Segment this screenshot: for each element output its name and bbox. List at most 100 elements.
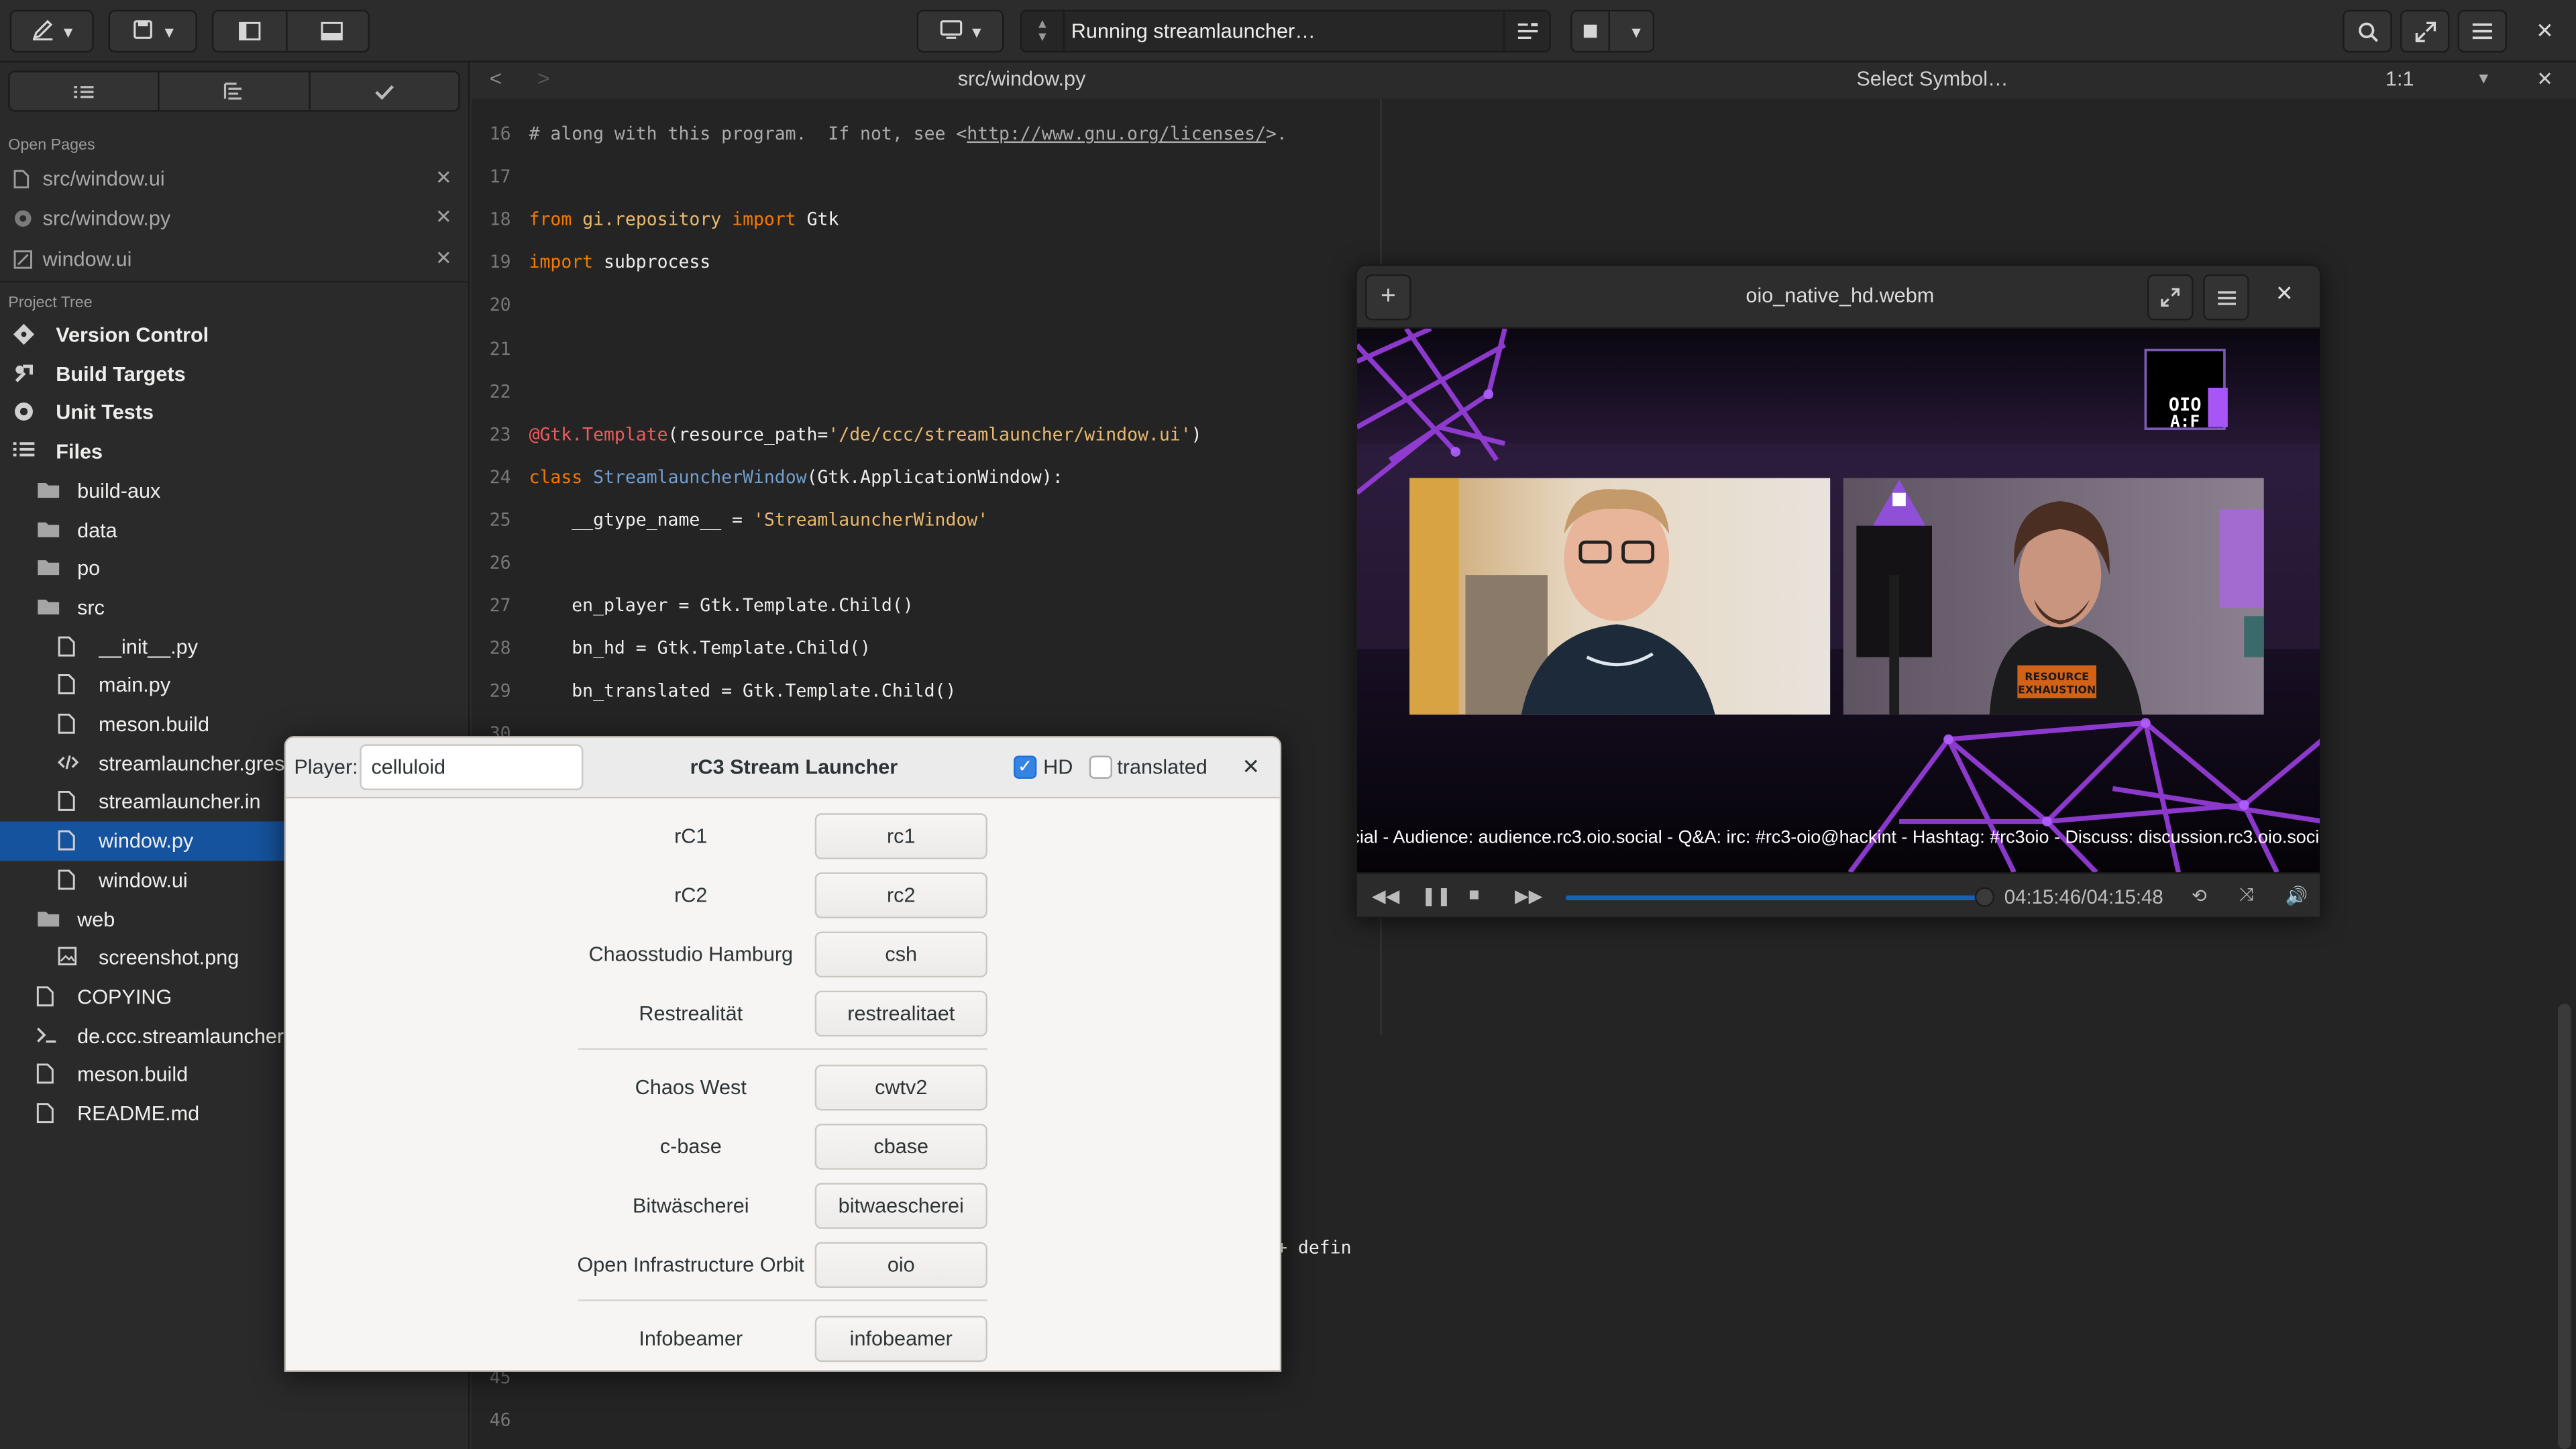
edit-menu-button[interactable]: ▾ [9, 9, 94, 53]
folder-icon [36, 908, 61, 932]
tree-item[interactable]: po [0, 549, 470, 588]
room-button-cwtv2[interactable]: cwtv2 [814, 1064, 987, 1111]
video-frame[interactable]: OIO A:F RESOURCE EXHAUSTION ocial - Audi… [1356, 328, 2322, 873]
rewind-icon[interactable]: ◀◀ [1372, 885, 1399, 906]
line-number: 22 [489, 380, 511, 402]
bottom-panel-toggle[interactable] [297, 11, 368, 51]
desktop: ▾ ▾ ▾ ▲ ▼ Running streamlauncher… ▾ ✕ Op… [0, 0, 2576, 1449]
tree-item-label: main.py [98, 674, 171, 698]
room-button-restrealitaet[interactable]: restrealitaet [814, 990, 987, 1037]
line-number: 28 [489, 637, 511, 659]
tree-item[interactable]: main.py [0, 666, 470, 705]
open-page-item[interactable]: src/window.ui ✕ [0, 160, 470, 199]
file-icon [58, 674, 76, 700]
tab-tree[interactable] [158, 72, 309, 111]
line-number: 46 [489, 1409, 511, 1431]
room-button-cbase[interactable]: cbase [814, 1124, 987, 1170]
tree-item-label: meson.build [98, 712, 210, 737]
volume-icon[interactable]: 🔊 [2286, 885, 2308, 906]
tree-item[interactable]: __init__.py [0, 627, 470, 666]
open-page-item[interactable]: src/window.py ✕ [0, 199, 470, 238]
translated-checkbox[interactable] [1089, 755, 1112, 779]
main-menu-button[interactable] [2457, 9, 2508, 53]
room-button-infobeamer[interactable]: infobeamer [814, 1316, 987, 1362]
menu-button[interactable] [2203, 274, 2249, 321]
build-log-button[interactable] [1503, 11, 1550, 51]
tree-item-label: src [77, 596, 105, 619]
search-button[interactable] [2343, 9, 2392, 53]
tree-item[interactable]: Version Control [0, 315, 470, 354]
tab-todo[interactable] [308, 72, 459, 111]
select-symbol-button[interactable]: Select Symbol… [1856, 67, 2008, 90]
scrollbar[interactable] [2558, 1004, 2571, 1449]
room-button-bitwaescherei[interactable]: bitwaescherei [814, 1183, 987, 1229]
computer-icon [939, 19, 962, 44]
stop-icon[interactable]: ■ [1468, 885, 1479, 905]
line-number: 25 [489, 508, 511, 531]
playback-time: 04:15:46/04:15:48 [2004, 885, 2163, 909]
fullscreen-button[interactable] [2147, 274, 2194, 321]
video-ticker-text: ocial - Audience: audience.rc3.oio.socia… [1356, 828, 2322, 848]
tree-item[interactable]: Unit Tests [0, 393, 470, 432]
logo-text: A:F [2170, 412, 2200, 431]
video-image: OIO A:F RESOURCE EXHAUSTION [1356, 328, 2320, 873]
seek-handle[interactable] [1974, 887, 1995, 907]
tree-item[interactable]: Files [0, 432, 470, 471]
code-line: 25 __gtype_name__ = 'StreamlauncherWindo… [475, 509, 1352, 531]
file-icon [58, 830, 76, 856]
room-button-csh[interactable]: csh [814, 931, 987, 978]
line-number: 29 [489, 680, 511, 702]
tree-item[interactable]: data [0, 510, 470, 549]
close-icon[interactable]: ✕ [2275, 281, 2294, 307]
pause-icon[interactable]: ❚❚ [1421, 885, 1451, 906]
room-label: Infobeamer [639, 1327, 743, 1351]
panel-toggle-group [211, 9, 370, 53]
editor-header: < > src/window.py Select Symbol… 1:1 ▾ ✕ [471, 62, 2576, 99]
room-button-rc2[interactable]: rc2 [814, 872, 987, 918]
back-arrow-icon[interactable]: < [490, 66, 502, 91]
fullscreen-button[interactable] [2400, 9, 2450, 53]
hamburger-icon [2472, 23, 2493, 40]
fullscreen-icon [2161, 288, 2180, 307]
close-icon[interactable]: ✕ [435, 205, 452, 228]
file-icon [58, 713, 76, 739]
checkmark-icon [374, 84, 394, 99]
fast-forward-icon[interactable]: ▶▶ [1515, 885, 1542, 906]
room-row: Open Infrastructure Orbit oio [286, 1240, 1280, 1289]
tree-item[interactable]: build-aux [0, 471, 470, 510]
tree-item-label: Build Targets [56, 362, 186, 386]
shuffle-icon[interactable]: ⤨ [2239, 885, 2254, 907]
close-icon[interactable]: ✕ [1242, 754, 1260, 780]
room-label: Chaos West [635, 1076, 747, 1099]
window-close-button[interactable]: ✕ [2522, 10, 2568, 53]
list-icon [13, 441, 35, 464]
room-button-oio[interactable]: oio [814, 1242, 987, 1289]
code-line: 21 [475, 337, 1352, 359]
close-icon[interactable]: ✕ [2536, 67, 2553, 90]
build-status-box[interactable]: ▲ ▼ Running streamlauncher… [1020, 9, 1551, 53]
forward-arrow-icon[interactable]: > [537, 66, 550, 91]
folder-icon [36, 519, 61, 543]
tab-symbols[interactable] [10, 72, 158, 110]
seek-bar[interactable] [1565, 887, 1995, 907]
git-icon [13, 323, 35, 350]
device-menu-button[interactable]: ▾ [916, 9, 1004, 53]
room-row: rC1 rc1 [286, 812, 1280, 861]
open-page-item[interactable]: window.ui ✕ [0, 240, 470, 280]
close-icon[interactable]: ✕ [435, 246, 452, 269]
save-menu-button[interactable]: ▾ [108, 9, 197, 53]
chevron-down-icon[interactable]: ▾ [2479, 67, 2489, 89]
room-button-rc1[interactable]: rc1 [814, 813, 987, 859]
panel-bottom-icon [321, 21, 343, 41]
close-icon[interactable]: ✕ [435, 166, 452, 189]
stop-button[interactable] [1572, 11, 1611, 51]
hd-checkbox[interactable]: ✓ [1014, 755, 1037, 779]
hamburger-icon [2216, 290, 2235, 305]
tree-item[interactable]: Build Targets [0, 354, 470, 393]
repeat-icon[interactable]: ⟲ [2192, 885, 2207, 906]
player-input[interactable]: celluloid [360, 744, 584, 790]
run-menu-button[interactable]: ▾ [1620, 11, 1653, 51]
left-panel-toggle[interactable] [213, 11, 287, 51]
tree-item[interactable]: src [0, 588, 470, 627]
playback-controls: ◀◀ ❚❚ ■ ▶▶ 04:15:46/04:15:48 ⟲ ⤨ 🔊 [1356, 872, 2320, 917]
